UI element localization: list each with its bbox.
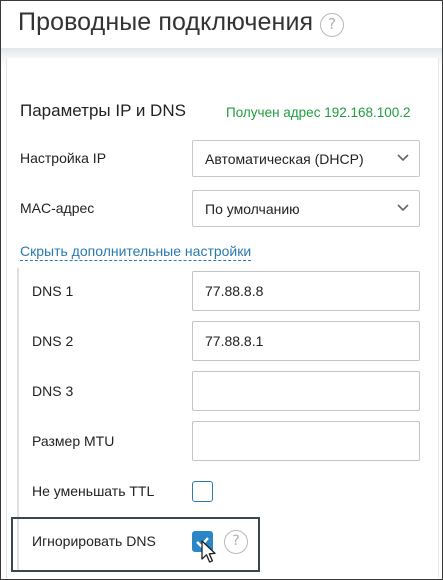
- dns1-input[interactable]: [192, 271, 420, 311]
- status-badge: Получен адрес 192.168.100.2: [226, 105, 411, 120]
- page-header: Проводные подключения ?: [1, 1, 442, 48]
- page-title: Проводные подключения: [18, 8, 314, 36]
- help-icon[interactable]: ?: [320, 13, 344, 37]
- ip-setting-value: Автоматическая (DHCP): [205, 151, 364, 167]
- chevron-down-icon: [397, 154, 409, 162]
- settings-card: [6, 58, 439, 578]
- mtu-label: Размер MTU: [32, 433, 115, 449]
- dns3-label: DNS 3: [32, 383, 74, 399]
- dns3-input[interactable]: [192, 371, 420, 411]
- ttl-checkbox[interactable]: [192, 481, 213, 502]
- section-title: Параметры IP и DNS: [20, 101, 186, 120]
- ip-setting-label: Настройка IP: [20, 150, 107, 166]
- mac-select[interactable]: По умолчанию: [192, 190, 420, 227]
- ttl-label: Не уменьшать TTL: [32, 483, 155, 499]
- chevron-down-icon: [397, 204, 409, 212]
- mac-value: По умолчанию: [205, 201, 300, 217]
- toggle-advanced-link[interactable]: Скрыть дополнительные настройки: [20, 243, 252, 261]
- dns2-input[interactable]: [192, 321, 420, 361]
- help-icon[interactable]: ?: [224, 530, 248, 554]
- dns1-label: DNS 1: [32, 283, 74, 299]
- ignore-dns-label: Игнорировать DNS: [32, 533, 156, 549]
- dns2-label: DNS 2: [32, 333, 74, 349]
- mac-label: MAC-адрес: [20, 200, 95, 216]
- mouse-cursor-icon: [201, 540, 216, 563]
- ip-setting-select[interactable]: Автоматическая (DHCP): [192, 140, 420, 177]
- mtu-input[interactable]: [192, 421, 420, 461]
